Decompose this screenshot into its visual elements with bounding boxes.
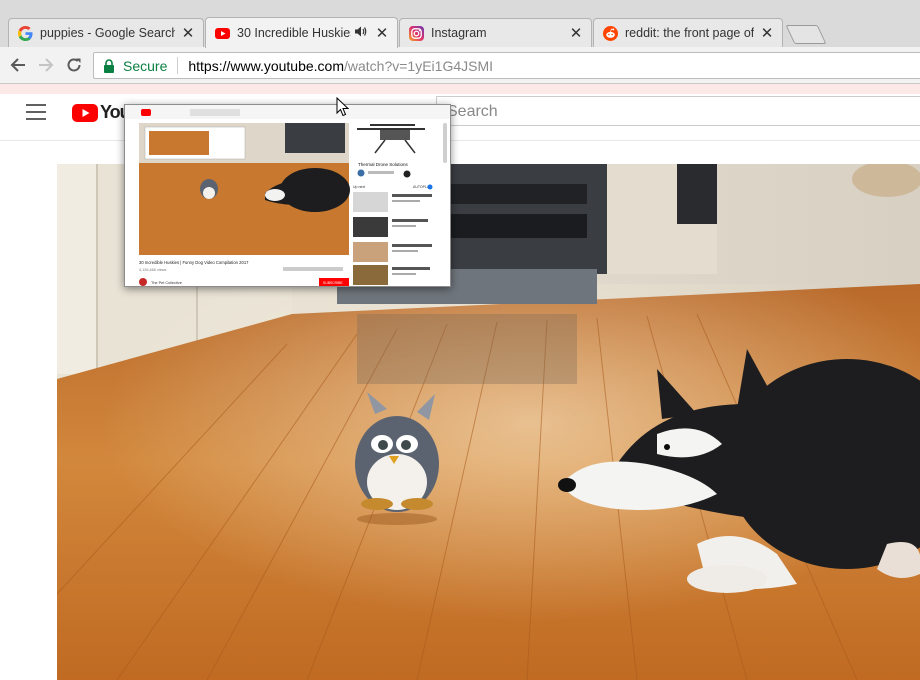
instagram-icon [408, 25, 424, 41]
divider [177, 57, 179, 74]
google-icon [17, 25, 33, 41]
preview-views: 4,126,466 views [139, 268, 167, 272]
close-tab-icon[interactable]: ✕ [569, 24, 583, 42]
search-input[interactable]: Search [436, 96, 920, 126]
arrow-left-icon [10, 58, 25, 72]
preview-channel: The Pet Collective [151, 281, 182, 285]
speaker-icon[interactable] [355, 26, 369, 40]
tab-title: Instagram [431, 26, 487, 40]
preview-video-title: 30 Incredible Huskies | Funny Dog Video … [139, 260, 249, 265]
url-path: /watch?v=1yEi1G4JSMI [344, 57, 494, 74]
close-tab-icon[interactable]: ✕ [375, 24, 389, 42]
url-host: https://www.youtube.com [188, 57, 344, 74]
close-tab-icon[interactable]: ✕ [760, 24, 774, 42]
tab-title: puppies - Google Search [40, 26, 175, 40]
reload-button[interactable] [62, 53, 86, 77]
reload-icon [67, 58, 81, 72]
preview-subscribe: SUBSCRIBE [323, 281, 343, 285]
tab-title: reddit: the front page of t [625, 26, 754, 40]
mouse-cursor-icon [336, 97, 350, 117]
preview-screenshot: Thermal Drone Solutions Up next AUTOPLAY… [125, 105, 450, 286]
youtube-icon [214, 25, 230, 41]
reddit-icon [602, 25, 618, 41]
new-tab-button[interactable] [785, 25, 827, 44]
dragged-tab-preview[interactable]: Thermal Drone Solutions Up next AUTOPLAY… [124, 104, 451, 287]
lock-icon [104, 58, 114, 73]
back-button[interactable] [6, 53, 30, 77]
tab-google-search[interactable]: puppies - Google Search ✕ [8, 18, 204, 47]
youtube-play-icon [72, 103, 98, 122]
close-tab-icon[interactable]: ✕ [181, 24, 195, 42]
tab-youtube[interactable]: 30 Incredible Huskies ✕ [205, 17, 398, 48]
tab-title: 30 Incredible Huskies [237, 26, 351, 40]
preview-side-title: Thermal Drone Solutions [358, 162, 409, 167]
preview-up-next: Up next [353, 185, 365, 189]
browser-toolbar: Secure https://www.youtube.com/watch?v=1… [0, 47, 920, 84]
arrow-right-icon [39, 58, 54, 72]
tab-reddit[interactable]: reddit: the front page of t ✕ [593, 18, 783, 47]
tab-strip: puppies - Google Search ✕ 30 Incredible … [0, 0, 920, 48]
youtube-logo[interactable]: You [72, 102, 131, 123]
secure-label: Secure [123, 57, 168, 74]
menu-icon[interactable] [26, 104, 46, 120]
address-bar[interactable]: Secure https://www.youtube.com/watch?v=1… [93, 52, 920, 79]
forward-button[interactable] [34, 53, 58, 77]
tab-instagram[interactable]: Instagram ✕ [399, 18, 592, 47]
